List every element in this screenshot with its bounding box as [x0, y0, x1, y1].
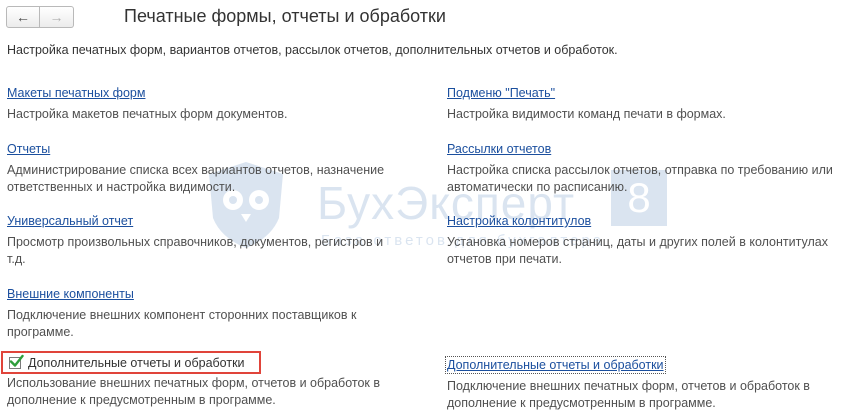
- checkmark-icon: [9, 354, 24, 367]
- section-print-submenu: Подменю "Печать" Настройка видимости ком…: [447, 84, 847, 123]
- external-components-desc: Подключение внешних компонент сторонних …: [7, 308, 357, 339]
- arrow-right-icon: →: [49, 9, 64, 25]
- section-headers-footers: Настройка колонтитулов Установка номеров…: [447, 212, 847, 268]
- section-external-components: Внешние компоненты Подключение внешних к…: [7, 285, 402, 341]
- back-button[interactable]: ←: [6, 6, 40, 28]
- additional-reports-option[interactable]: Дополнительные отчеты и обработки: [1, 351, 261, 374]
- reports-desc: Администрирование списка всех вариантов …: [7, 163, 385, 194]
- section-universal-report: Универсальный отчет Просмотр произвольны…: [7, 212, 402, 268]
- additional-reports-option-desc: Использование внешних печатных форм, отч…: [7, 376, 381, 407]
- report-mailings-link[interactable]: Рассылки отчетов: [447, 142, 551, 156]
- print-form-layouts-desc: Настройка макетов печатных форм документ…: [7, 107, 288, 121]
- external-components-link[interactable]: Внешние компоненты: [7, 287, 134, 301]
- reports-link[interactable]: Отчеты: [7, 142, 50, 156]
- print-form-layouts-link[interactable]: Макеты печатных форм: [7, 86, 145, 100]
- forward-button[interactable]: →: [40, 6, 74, 28]
- section-print-form-layouts: Макеты печатных форм Настройка макетов п…: [7, 84, 402, 123]
- section-additional-reports-option: Использование внешних печатных форм, отч…: [7, 375, 402, 409]
- section-report-mailings: Рассылки отчетов Настройка списка рассыл…: [447, 140, 847, 196]
- report-mailings-desc: Настройка списка рассылок отчетов, отпра…: [447, 163, 833, 194]
- additional-reports-link[interactable]: Дополнительные отчеты и обработки: [445, 356, 666, 374]
- section-reports: Отчеты Администрирование списка всех вар…: [7, 140, 402, 196]
- additional-reports-checkbox[interactable]: [9, 354, 24, 369]
- navigation-buttons: ← →: [6, 6, 74, 28]
- universal-report-desc: Просмотр произвольных справочников, доку…: [7, 235, 384, 266]
- page-title: Печатные формы, отчеты и обработки: [124, 6, 446, 26]
- additional-reports-checkbox-label: Дополнительные отчеты и обработки: [28, 355, 245, 370]
- additional-reports-desc: Подключение внешних печатных форм, отчет…: [447, 379, 810, 410]
- section-additional-reports: Дополнительные отчеты и обработки Подклю…: [445, 356, 847, 412]
- universal-report-link[interactable]: Универсальный отчет: [7, 214, 133, 228]
- arrow-left-icon: ←: [16, 9, 30, 25]
- page-subtitle: Настройка печатных форм, вариантов отчет…: [7, 43, 618, 57]
- print-submenu-link[interactable]: Подменю "Печать": [447, 86, 555, 100]
- headers-footers-desc: Установка номеров страниц, даты и других…: [447, 235, 828, 266]
- headers-footers-link[interactable]: Настройка колонтитулов: [447, 214, 591, 228]
- print-submenu-desc: Настройка видимости команд печати в форм…: [447, 107, 726, 121]
